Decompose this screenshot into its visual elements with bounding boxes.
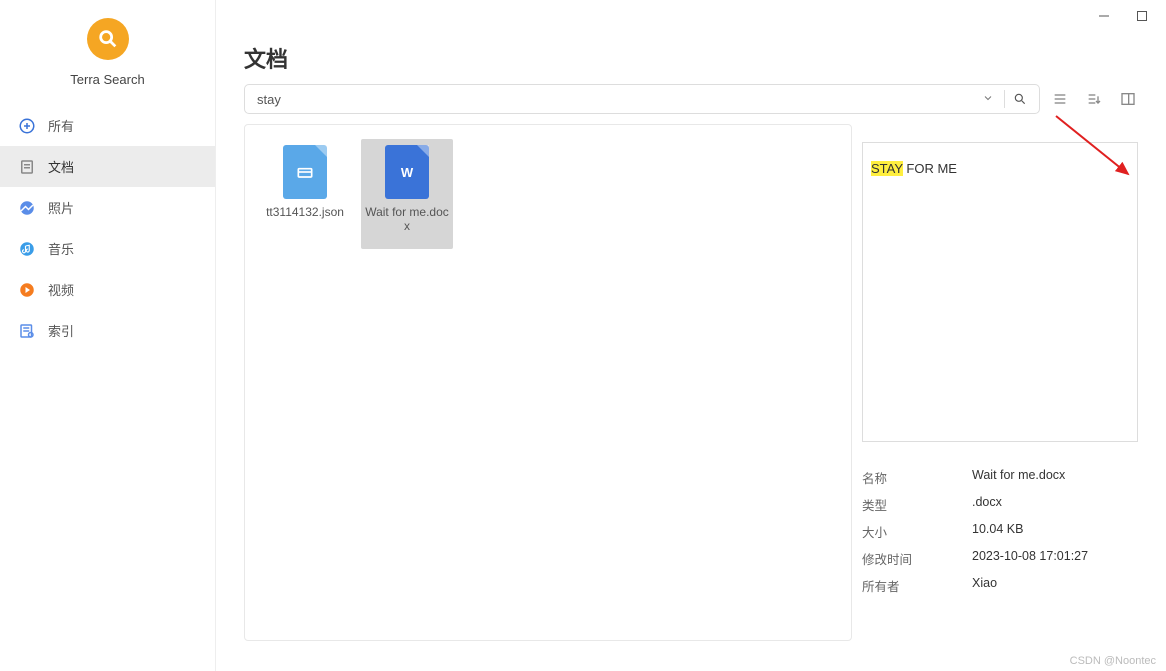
detail-value-owner: Xiao [972,576,1138,595]
detail-label-modified: 修改时间 [862,549,972,568]
sidebar-item-all[interactable]: 所有 [0,105,215,146]
json-file-icon [283,145,327,199]
watermark: CSDN @Noontec [1070,655,1156,667]
file-details: 名称 Wait for me.docx 类型 .docx 大小 10.04 KB… [862,464,1138,599]
sidebar: Terra Search 所有 文档 照片 音乐 视频 [0,0,216,671]
document-icon [18,158,36,176]
preview-panel: STAY FOR ME 名称 Wait for me.docx 类型 .docx… [862,124,1138,641]
photo-icon [18,199,36,217]
file-name-label: Wait for me.docx [361,205,453,234]
main-area: 文档 tt3114132.json [216,0,1166,671]
panel-toggle-button[interactable] [1118,89,1138,109]
all-icon [18,117,36,135]
sidebar-item-label: 所有 [48,116,74,135]
search-box[interactable] [244,84,1040,114]
music-icon [18,240,36,258]
file-item-json[interactable]: tt3114132.json [259,139,351,249]
detail-label-name: 名称 [862,468,972,487]
sidebar-item-documents[interactable]: 文档 [0,146,215,187]
docx-file-icon: W [385,145,429,199]
sidebar-item-video[interactable]: 视频 [0,269,215,310]
detail-value-type: .docx [972,495,1138,514]
preview-content: STAY FOR ME [862,142,1138,442]
sidebar-item-index[interactable]: 索引 [0,310,215,351]
maximize-button[interactable] [1132,6,1152,26]
app-name: Terra Search [70,72,144,87]
sidebar-item-music[interactable]: 音乐 [0,228,215,269]
app-logo-block: Terra Search [0,0,215,101]
page-title: 文档 [216,28,1166,84]
detail-label-owner: 所有者 [862,576,972,595]
search-button[interactable] [1009,92,1031,106]
app-logo-icon [87,18,129,60]
sidebar-item-label: 照片 [48,198,74,217]
chevron-down-icon[interactable] [976,92,1000,107]
file-name-label: tt3114132.json [262,205,348,219]
sidebar-item-label: 索引 [48,321,74,340]
file-item-docx[interactable]: W Wait for me.docx [361,139,453,249]
search-input[interactable] [257,92,976,107]
preview-highlight: STAY [871,161,903,176]
sidebar-item-photos[interactable]: 照片 [0,187,215,228]
sidebar-item-label: 音乐 [48,239,74,258]
sort-button[interactable] [1084,89,1104,109]
preview-text: FOR ME [903,161,957,176]
minimize-button[interactable] [1094,6,1114,26]
detail-value-size: 10.04 KB [972,522,1138,541]
detail-label-type: 类型 [862,495,972,514]
file-grid: tt3114132.json W Wait for me.docx [244,124,852,641]
sidebar-item-label: 文档 [48,157,74,176]
video-icon [18,281,36,299]
detail-label-size: 大小 [862,522,972,541]
list-view-button[interactable] [1050,89,1070,109]
detail-value-name: Wait for me.docx [972,468,1138,487]
sidebar-item-label: 视频 [48,280,74,299]
index-icon [18,322,36,340]
detail-value-modified: 2023-10-08 17:01:27 [972,549,1138,568]
